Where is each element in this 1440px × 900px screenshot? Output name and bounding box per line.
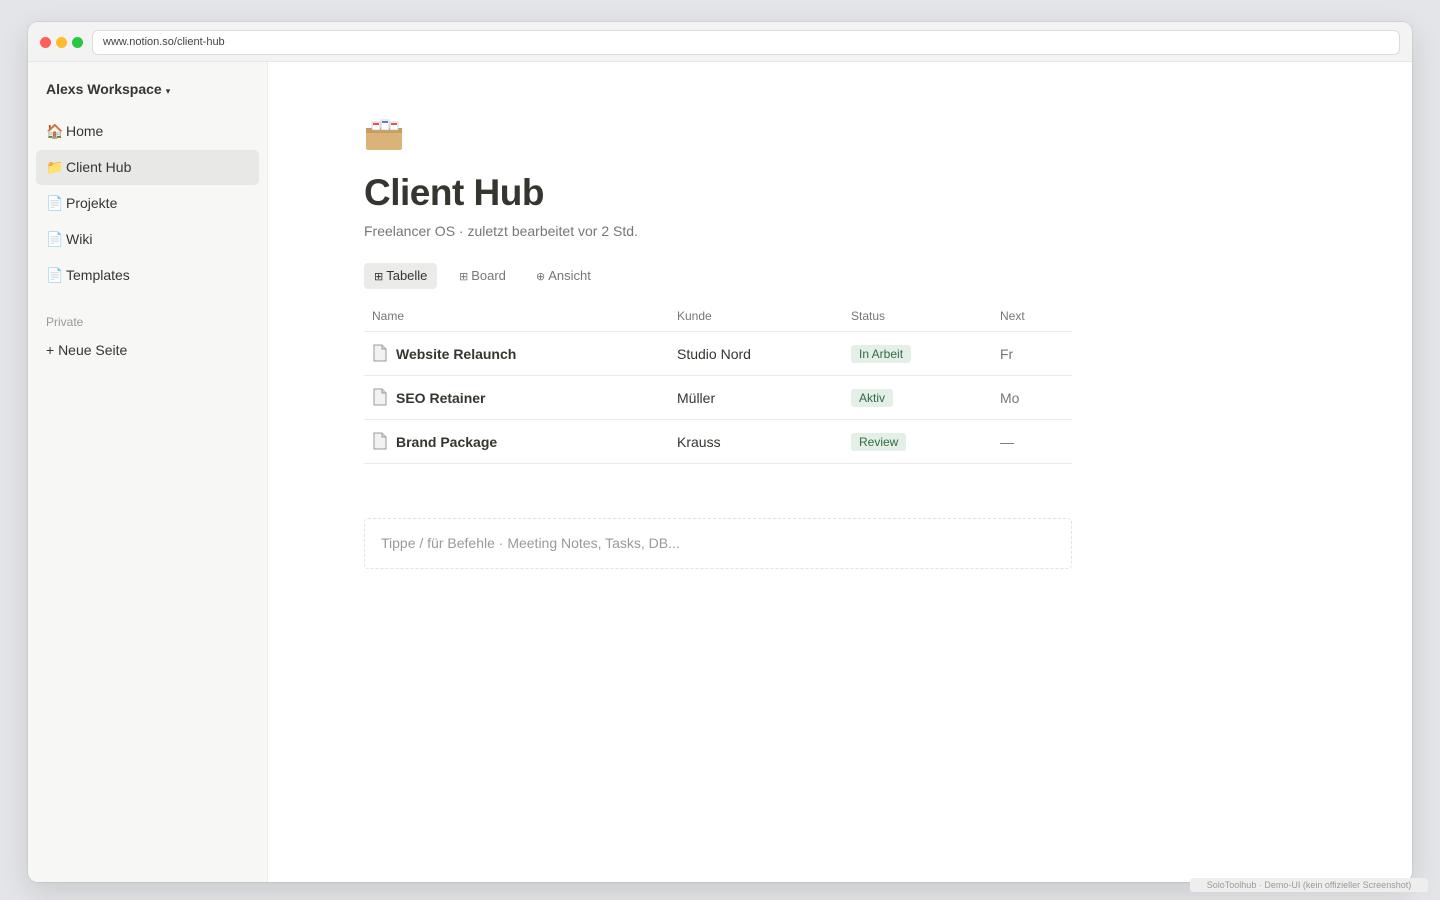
page-icon	[373, 432, 387, 450]
sidebar-item-home[interactable]: 🏠 Home	[36, 114, 259, 149]
sidebar-item-templates[interactable]: 📄 Templates	[36, 258, 259, 293]
sidebar-item-projekte[interactable]: 📄 Projekte	[36, 186, 259, 221]
folder-icon: 📁	[46, 159, 64, 175]
page-content: Client Hub Freelancer OS · zuletzt bearb…	[268, 62, 1412, 882]
sidebar: Alexs Workspace ▾ 🏠 Home 📁 Client Hub 📄 Proj…	[28, 62, 268, 882]
row-kunde: Studio Nord	[677, 346, 751, 362]
browser-window: www.notion.so/client-hub Alexs Workspace…	[28, 22, 1412, 882]
page-icon: 📄	[46, 267, 64, 283]
close-window-button[interactable]	[40, 37, 51, 48]
row-name-cell[interactable]: Brand Package	[372, 432, 497, 450]
chevron-down-icon: ▾	[165, 86, 171, 96]
board-icon: ⊞	[459, 271, 469, 283]
sidebar-item-label: Projekte	[66, 195, 118, 211]
command-input[interactable]: Tippe / für Befehle · Meeting Notes, Tas…	[364, 518, 1072, 569]
add-view-button[interactable]: ⊕ Ansicht	[526, 263, 601, 289]
column-header-status[interactable]: Status	[851, 309, 885, 323]
browser-titlebar: www.notion.so/client-hub	[28, 22, 1412, 62]
address-bar[interactable]: www.notion.so/client-hub	[92, 30, 1400, 55]
column-header-name[interactable]: Name	[372, 309, 404, 323]
workspace-name: Alexs Workspace	[46, 81, 162, 97]
new-page-button[interactable]: + Neue Seite	[46, 342, 127, 358]
table-icon: ⊞	[374, 271, 384, 283]
page-icon: 📄	[46, 231, 64, 247]
tab-board[interactable]: ⊞ Board	[449, 263, 516, 289]
row-kunde: Müller	[677, 390, 716, 406]
tab-label: Tabelle	[386, 268, 428, 283]
page-icon: 📄	[46, 195, 64, 211]
page-icon	[373, 344, 387, 362]
status-badge[interactable]: Review	[851, 433, 907, 451]
row-name: Brand Package	[396, 434, 498, 450]
house-icon: 🏠	[46, 123, 64, 139]
tab-label: Ansicht	[548, 268, 591, 283]
status-badge[interactable]: Aktiv	[851, 389, 894, 407]
table-row[interactable]: Website Relaunch Studio Nord In Arbeit F…	[364, 332, 1072, 376]
sidebar-item-label: Client Hub	[66, 159, 132, 175]
sidebar-item-wiki[interactable]: 📄 Wiki	[36, 222, 259, 257]
row-name-cell[interactable]: Website Relaunch	[372, 344, 516, 362]
section-label-private: Private	[46, 315, 84, 329]
page-subtitle: Freelancer OS · zuletzt bearbeitet vor 2…	[364, 223, 638, 239]
sidebar-item-label: Wiki	[66, 231, 93, 247]
database-table: Name Kunde Status Next Website Relaunch …	[364, 302, 1072, 464]
row-next: —	[1000, 434, 1014, 450]
sidebar-item-label: Templates	[66, 267, 130, 283]
table-row[interactable]: Brand Package Krauss Review —	[364, 420, 1072, 464]
card-index-box-icon	[366, 119, 402, 150]
table-row[interactable]: SEO Retainer Müller Aktiv Mo	[364, 376, 1072, 420]
status-badge[interactable]: In Arbeit	[851, 345, 912, 363]
maximize-window-button[interactable]	[72, 37, 83, 48]
column-header-next[interactable]: Next	[1000, 309, 1025, 323]
row-next: Mo	[1000, 390, 1020, 406]
sidebar-item-client-hub[interactable]: 📁 Client Hub	[36, 150, 259, 185]
page-title[interactable]: Client Hub	[364, 172, 544, 214]
row-kunde: Krauss	[677, 434, 721, 450]
plus-circle-icon: ⊕	[536, 271, 546, 283]
row-name: Website Relaunch	[396, 346, 517, 362]
table-header: Name Kunde Status Next	[364, 302, 1072, 332]
page-icon	[373, 388, 387, 406]
workspace-switcher[interactable]: Alexs Workspace ▾	[46, 81, 170, 97]
demo-footnote: SoloToolhub · Demo-UI (kein offizieller …	[1190, 878, 1428, 892]
row-name: SEO Retainer	[396, 390, 486, 406]
tab-tabelle[interactable]: ⊞ Tabelle	[364, 263, 438, 289]
sidebar-item-label: Home	[66, 123, 104, 139]
tab-label: Board	[471, 268, 506, 283]
row-name-cell[interactable]: SEO Retainer	[372, 388, 485, 406]
minimize-window-button[interactable]	[56, 37, 67, 48]
column-header-kunde[interactable]: Kunde	[677, 309, 712, 323]
row-next: Fr	[1000, 346, 1014, 362]
